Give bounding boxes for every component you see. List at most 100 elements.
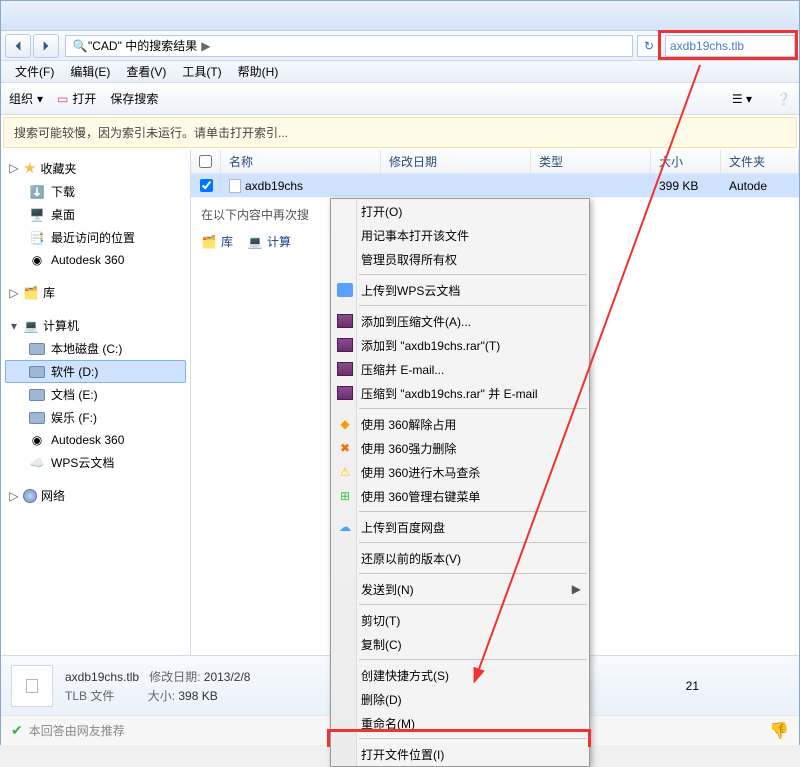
sidebar-item-drive-e[interactable]: 文档 (E:) — [5, 383, 186, 406]
libraries-icon: 🗂️ — [23, 285, 39, 301]
sidebar-network-header[interactable]: ▷网络 — [5, 484, 186, 507]
menu-item-icon: ⊞ — [336, 487, 354, 505]
context-menu-item[interactable]: 压缩并 E-mail... — [331, 357, 589, 381]
context-menu-item[interactable]: 管理员取得所有权 — [331, 247, 589, 271]
menu-file[interactable]: 文件(F) — [7, 63, 62, 80]
index-warning-bar[interactable]: 搜索可能较慢，因为索引未运行。请单击打开索引... — [3, 117, 797, 148]
menu-item-icon: ✖ — [336, 439, 354, 457]
scope-computer[interactable]: 💻计算 — [247, 233, 291, 250]
sidebar-item-desktop[interactable]: 🖥️桌面 — [5, 203, 186, 226]
menu-item-icon — [336, 250, 354, 268]
menu-item-label: 重命名(M) — [361, 715, 415, 732]
computer-icon: 💻 — [247, 234, 263, 250]
menu-item-icon — [336, 635, 354, 653]
sidebar-item-downloads[interactable]: ⬇️下载 — [5, 180, 186, 203]
context-menu-item[interactable]: 上传到WPS云文档 — [331, 278, 589, 302]
context-menu-item[interactable]: 重命名(M) — [331, 711, 589, 735]
column-date[interactable]: 修改日期 — [381, 150, 531, 173]
menubar: 文件(F) 编辑(E) 查看(V) 工具(T) 帮助(H) — [1, 61, 799, 83]
breadcrumb[interactable]: 🔍 "CAD" 中的搜索结果 ▶ — [65, 35, 633, 57]
sidebar-item-wps-cloud[interactable]: ☁️WPS云文档 — [5, 451, 186, 474]
view-mode-button[interactable]: ☰ ▾ — [732, 92, 752, 106]
context-menu-item[interactable]: ◆使用 360解除占用 — [331, 412, 589, 436]
nav-forward-button[interactable] — [33, 34, 59, 58]
nav-back-button[interactable] — [5, 34, 31, 58]
context-menu-item[interactable]: 用记事本打开该文件 — [331, 223, 589, 247]
menu-item-icon: ◆ — [336, 415, 354, 433]
context-menu-item[interactable]: ⚠使用 360进行木马查杀 — [331, 460, 589, 484]
row-checkbox[interactable] — [200, 179, 213, 192]
status-extra: 21 — [686, 679, 699, 693]
menu-item-label: 上传到百度网盘 — [361, 519, 445, 536]
column-name[interactable]: 名称 — [221, 150, 381, 173]
sidebar-libraries-header[interactable]: ▷🗂️库 — [5, 281, 186, 304]
sidebar-item-autodesk360-fav[interactable]: ◉Autodesk 360 — [5, 249, 186, 271]
computer-icon: 💻 — [23, 318, 39, 334]
menu-item-icon — [336, 549, 354, 567]
refresh-icon: ↻ — [644, 39, 654, 53]
context-menu-item[interactable]: 发送到(N) ▶ — [331, 577, 589, 601]
context-menu-item[interactable]: 删除(D) — [331, 687, 589, 711]
scope-libraries[interactable]: 🗂️库 — [201, 233, 233, 250]
context-menu-item[interactable]: ✖使用 360强力删除 — [331, 436, 589, 460]
menu-item-icon — [336, 336, 354, 354]
menu-item-icon — [336, 360, 354, 378]
search-input[interactable] — [670, 39, 790, 53]
column-size[interactable]: 大小 — [651, 150, 721, 173]
context-menu-item[interactable]: 剪切(T) — [331, 608, 589, 632]
thumbs-down-icon[interactable]: 👎 — [769, 721, 789, 741]
refresh-button[interactable]: ↻ — [637, 35, 661, 57]
sidebar-item-autodesk360[interactable]: ◉Autodesk 360 — [5, 429, 186, 451]
help-button[interactable]: ❔ — [776, 92, 791, 106]
save-search-button[interactable]: 保存搜索 — [110, 90, 158, 107]
organize-button[interactable]: 组织 ▾ — [9, 90, 43, 107]
column-folder[interactable]: 文件夹 — [721, 150, 799, 173]
menu-item-label: 剪切(T) — [361, 612, 400, 629]
sidebar-item-drive-f[interactable]: 娱乐 (F:) — [5, 406, 186, 429]
sidebar-item-drive-d[interactable]: 软件 (D:) — [5, 360, 186, 383]
desktop-icon: 🖥️ — [29, 207, 45, 223]
column-checkbox[interactable] — [191, 150, 221, 173]
column-type[interactable]: 类型 — [531, 150, 651, 173]
toolbar: 组织 ▾ ▭ 打开 保存搜索 ☰ ▾ ❔ — [1, 83, 799, 115]
menu-help[interactable]: 帮助(H) — [230, 63, 287, 80]
select-all-checkbox[interactable] — [199, 155, 212, 168]
open-button[interactable]: ▭ 打开 — [57, 90, 96, 107]
star-icon: ★ — [23, 159, 36, 177]
context-menu-item[interactable]: ☁上传到百度网盘 — [331, 515, 589, 539]
menu-item-label: 删除(D) — [361, 691, 402, 708]
search-results-icon: 🔍 — [72, 38, 88, 54]
submenu-arrow-icon: ▶ — [572, 582, 581, 596]
menu-edit[interactable]: 编辑(E) — [62, 63, 118, 80]
context-menu-item[interactable]: ⊞使用 360管理右键菜单 — [331, 484, 589, 508]
context-menu-item[interactable]: 压缩到 "axdb19chs.rar" 并 E-mail — [331, 381, 589, 405]
menu-view[interactable]: 查看(V) — [118, 63, 174, 80]
context-menu-item[interactable]: 打开(O) — [331, 199, 589, 223]
menu-item-label: 添加到压缩文件(A)... — [361, 313, 471, 330]
menu-item-icon — [336, 745, 354, 763]
context-menu: 打开(O) 用记事本打开该文件管理员取得所有权上传到WPS云文档添加到压缩文件(A… — [330, 198, 590, 767]
file-row[interactable]: axdb19chs 399 KB Autode — [191, 174, 799, 198]
context-menu-item[interactable]: 添加到 "axdb19chs.rar"(T) — [331, 333, 589, 357]
file-icon — [229, 179, 241, 193]
menu-item-icon — [336, 281, 354, 299]
sidebar-item-drive-c[interactable]: 本地磁盘 (C:) — [5, 337, 186, 360]
menu-item-label: 还原以前的版本(V) — [361, 550, 461, 567]
context-menu-item[interactable]: 还原以前的版本(V) — [331, 546, 589, 570]
sidebar-favorites-header[interactable]: ▷★收藏夹 — [5, 156, 186, 180]
sidebar-item-recent[interactable]: 📑最近访问的位置 — [5, 226, 186, 249]
context-menu-item[interactable]: 打开文件位置(I) — [331, 742, 589, 766]
context-menu-item[interactable]: 复制(C) — [331, 632, 589, 656]
cloud-icon: ☁️ — [29, 455, 45, 471]
context-menu-item[interactable]: 创建快捷方式(S) — [331, 663, 589, 687]
menu-item-label: 打开(O) — [361, 203, 402, 220]
menu-tools[interactable]: 工具(T) — [174, 63, 229, 80]
titlebar[interactable] — [1, 1, 799, 31]
search-input-wrapper[interactable] — [665, 35, 795, 57]
context-menu-item[interactable]: 添加到压缩文件(A)... — [331, 309, 589, 333]
menu-item-label: 发送到(N) — [361, 581, 414, 598]
menu-item-label: 压缩到 "axdb19chs.rar" 并 E-mail — [361, 385, 538, 402]
file-name: axdb19chs — [245, 179, 303, 193]
menu-item-label: 用记事本打开该文件 — [361, 227, 469, 244]
sidebar-computer-header[interactable]: ▾💻计算机 — [5, 314, 186, 337]
